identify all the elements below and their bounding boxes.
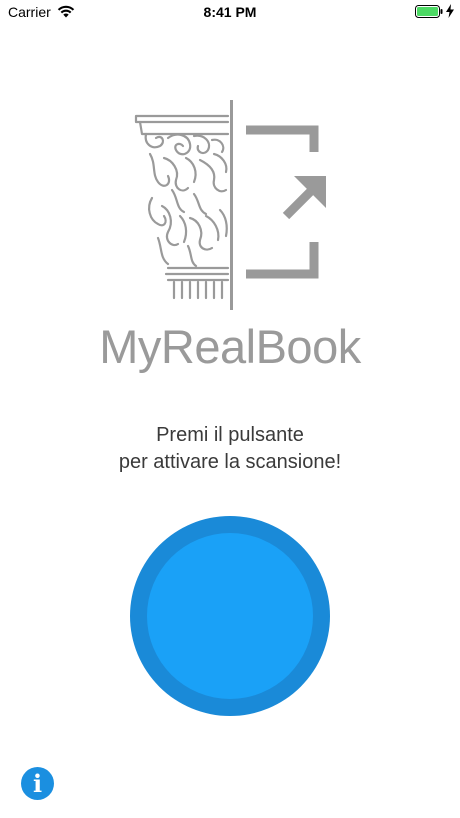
myrealbook-logo-icon [134, 100, 326, 310]
charging-bolt-icon [446, 4, 454, 18]
logo-wordmark: MyRealBook [99, 320, 361, 373]
instruction-line-2: per attivare la scansione! [118, 451, 342, 473]
battery-icon [415, 5, 443, 18]
scan-button[interactable] [130, 516, 330, 716]
corinthian-capital-icon [134, 114, 230, 300]
scan-button-inner [147, 533, 313, 699]
status-time: 8:41 PM [203, 4, 257, 20]
instruction-line-1: Premi il pulsante [156, 424, 304, 446]
status-bar: Carrier 8:41 PM [0, 0, 460, 24]
info-icon[interactable]: i [21, 767, 54, 800]
scan-bracket-arrow-icon [246, 125, 322, 279]
scan-instruction: Premi il pulsante per attivare la scansi… [0, 422, 460, 476]
